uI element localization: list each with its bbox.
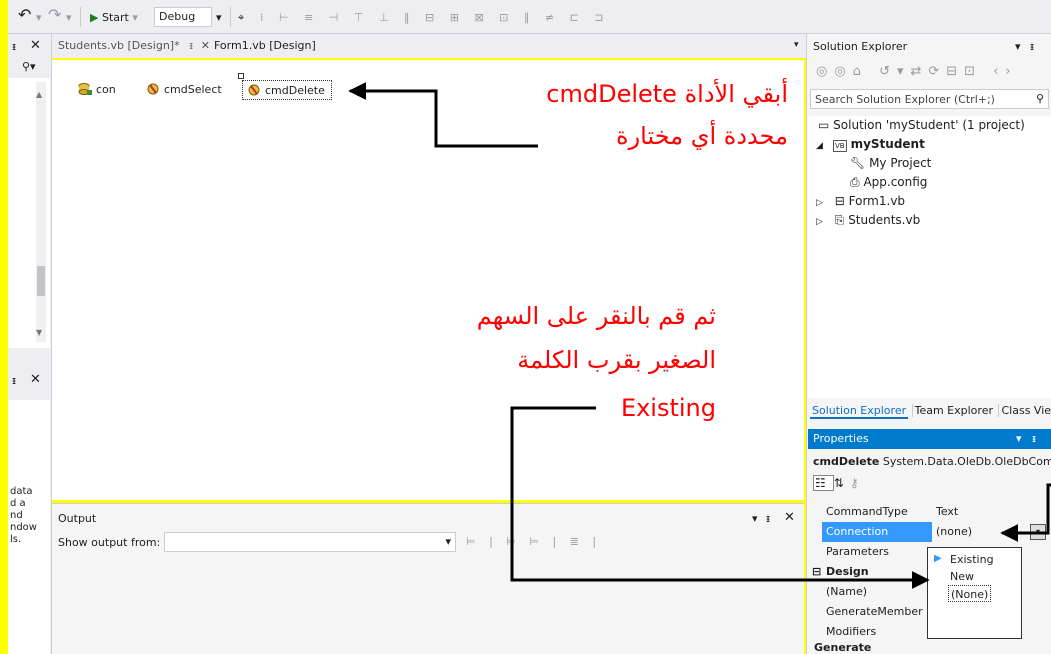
arrow-to-cmdDelete xyxy=(348,82,538,148)
arrow-to-existing xyxy=(510,406,930,589)
annotation-arrows xyxy=(348,82,1051,589)
arrow-to-dropdown-button xyxy=(1000,483,1051,542)
